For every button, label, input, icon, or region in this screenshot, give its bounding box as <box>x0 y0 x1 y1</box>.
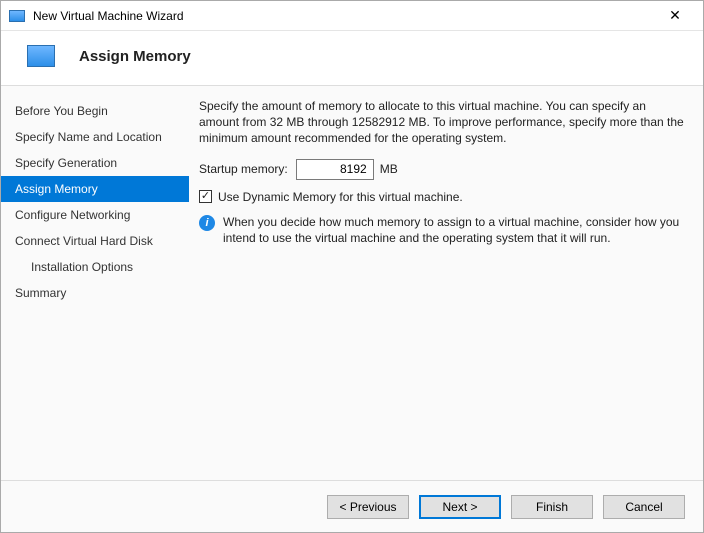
wizard-body: Before You Begin Specify Name and Locati… <box>1 86 703 480</box>
finish-button[interactable]: Finish <box>511 495 593 519</box>
info-icon: i <box>199 215 215 231</box>
wizard-header: Assign Memory <box>1 31 703 86</box>
previous-button[interactable]: < Previous <box>327 495 409 519</box>
close-icon: ✕ <box>669 7 681 24</box>
wizard-steps-sidebar: Before You Begin Specify Name and Locati… <box>1 86 189 480</box>
startup-memory-row: Startup memory: MB <box>199 159 685 180</box>
info-row: i When you decide how much memory to ass… <box>199 214 685 246</box>
step-assign-memory[interactable]: Assign Memory <box>1 176 189 202</box>
step-installation-options[interactable]: Installation Options <box>1 254 189 280</box>
page-title: Assign Memory <box>79 48 191 65</box>
startup-memory-label: Startup memory: <box>199 162 288 176</box>
titlebar: New Virtual Machine Wizard ✕ <box>1 1 703 31</box>
step-specify-name-location[interactable]: Specify Name and Location <box>1 124 189 150</box>
step-configure-networking[interactable]: Configure Networking <box>1 202 189 228</box>
close-button[interactable]: ✕ <box>655 5 695 27</box>
step-summary[interactable]: Summary <box>1 280 189 306</box>
wizard-content: Specify the amount of memory to allocate… <box>189 86 703 480</box>
step-before-you-begin[interactable]: Before You Begin <box>1 98 189 124</box>
next-button[interactable]: Next > <box>419 495 501 519</box>
app-icon <box>9 10 25 22</box>
wizard-icon <box>27 45 55 67</box>
dynamic-memory-row[interactable]: ✓ Use Dynamic Memory for this virtual ma… <box>199 190 685 204</box>
memory-description: Specify the amount of memory to allocate… <box>199 98 685 147</box>
step-specify-generation[interactable]: Specify Generation <box>1 150 189 176</box>
window-title: New Virtual Machine Wizard <box>33 9 655 23</box>
step-connect-vhd[interactable]: Connect Virtual Hard Disk <box>1 228 189 254</box>
wizard-window: New Virtual Machine Wizard ✕ Assign Memo… <box>0 0 704 533</box>
wizard-footer: < Previous Next > Finish Cancel <box>1 480 703 532</box>
cancel-button[interactable]: Cancel <box>603 495 685 519</box>
startup-memory-unit: MB <box>380 162 398 176</box>
dynamic-memory-label: Use Dynamic Memory for this virtual mach… <box>218 190 463 204</box>
dynamic-memory-checkbox[interactable]: ✓ <box>199 190 212 203</box>
info-text: When you decide how much memory to assig… <box>223 214 685 246</box>
startup-memory-input[interactable] <box>296 159 374 180</box>
